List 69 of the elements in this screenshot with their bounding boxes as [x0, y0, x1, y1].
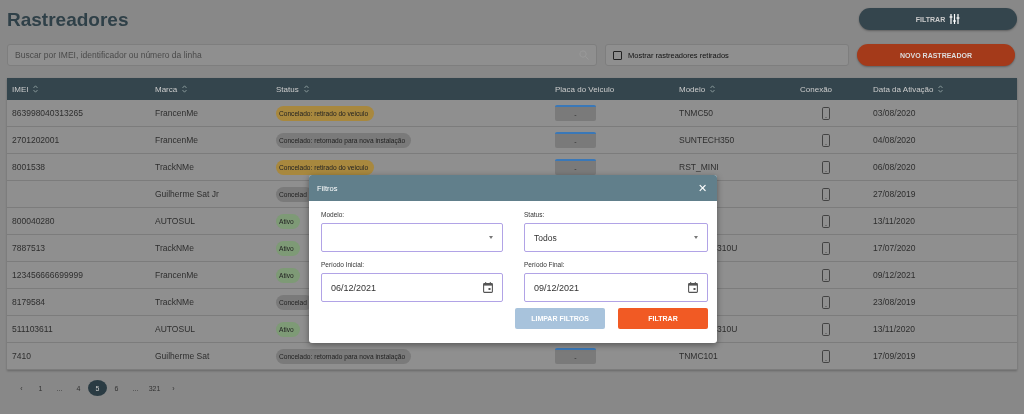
date-field[interactable]: 06/12/2021 — [321, 273, 503, 302]
table-cell: 23/08/2019 — [873, 297, 916, 307]
table-cell: 310U — [717, 324, 738, 334]
table-cell: TNMC50 — [679, 108, 713, 118]
phone-icon — [822, 349, 830, 363]
table-cell: TrackNMe — [155, 243, 194, 253]
table-cell: 06/08/2020 — [873, 162, 916, 172]
phone-icon — [822, 187, 830, 201]
table-cell: AUTOSUL — [155, 324, 195, 334]
column-header: Status — [276, 84, 299, 94]
sort-icon[interactable] — [182, 85, 188, 93]
table-cell: 7410 — [12, 351, 31, 361]
phone-icon — [822, 295, 830, 309]
table-cell: SUNTECH350 — [679, 135, 735, 145]
table-cell: 04/08/2020 — [873, 135, 916, 145]
table-cell: 863998040313265 — [12, 108, 83, 118]
table-cell: 17/07/2020 — [873, 243, 916, 253]
table-cell: 13/11/2020 — [873, 324, 915, 334]
phone-icon — [822, 322, 830, 336]
sort-icon[interactable] — [938, 85, 944, 93]
table-cell: 310U — [717, 243, 738, 253]
table-cell: FrancenMe — [155, 270, 198, 280]
table-cell: TrackNMe — [155, 297, 194, 307]
checkbox[interactable] — [613, 50, 622, 60]
table-cell: 7887513 — [12, 243, 46, 253]
table-cell: RST_MINI — [679, 162, 719, 172]
column-header: IMEI — [12, 84, 29, 94]
close-button[interactable]: ✕ — [698, 181, 707, 195]
phone-icon — [822, 133, 830, 147]
page-title: Rastreadores — [7, 8, 129, 31]
table-cell: FrancenMe — [155, 135, 198, 145]
table-cell: 09/12/2021 — [873, 270, 916, 280]
sort-icon[interactable] — [710, 85, 716, 93]
phone-icon — [822, 214, 830, 228]
table-cell: AUTOSUL — [155, 216, 195, 226]
table-cell: TNMC101 — [679, 351, 718, 361]
phone-icon — [822, 106, 830, 120]
column-header: Marca — [155, 84, 178, 94]
table-cell: 13/11/2020 — [873, 216, 915, 226]
column-header: Conexão — [800, 84, 833, 94]
caret-icon — [489, 236, 493, 239]
table-cell: FrancenMe — [155, 108, 198, 118]
sort-icon[interactable] — [33, 85, 39, 93]
table-cell: 17/09/2019 — [873, 351, 916, 361]
caret-icon — [694, 236, 698, 239]
table-cell: TrackNMe — [155, 162, 194, 172]
select-field[interactable] — [321, 223, 503, 252]
column-header: Data da Ativação — [873, 84, 934, 94]
table-cell: Guilherme Sat — [155, 351, 210, 361]
table-cell: 800040280 — [12, 216, 55, 226]
phone-icon — [822, 268, 830, 282]
table-cell: Guilherme Sat Jr — [155, 189, 219, 199]
phone-icon — [822, 160, 830, 174]
sort-icon[interactable] — [303, 85, 309, 93]
table-cell: 123456666699999 — [12, 270, 83, 280]
calendar-icon — [688, 282, 698, 293]
sliders-icon — [949, 14, 961, 24]
table-cell: 2701202001 — [12, 135, 60, 145]
table-cell: 27/08/2019 — [873, 189, 916, 199]
table-cell: 511103611 — [12, 324, 53, 334]
column-header: Modelo — [679, 84, 706, 94]
select-field[interactable]: Todos — [524, 223, 708, 252]
column-header: Placa do Veiculo — [555, 84, 615, 94]
phone-icon — [822, 241, 830, 255]
table-cell: 03/08/2020 — [873, 108, 916, 118]
date-field[interactable]: 09/12/2021 — [524, 273, 708, 302]
table-cell: 8001538 — [12, 162, 46, 172]
table-cell: 8179584 — [12, 297, 46, 307]
calendar-icon — [483, 282, 493, 293]
